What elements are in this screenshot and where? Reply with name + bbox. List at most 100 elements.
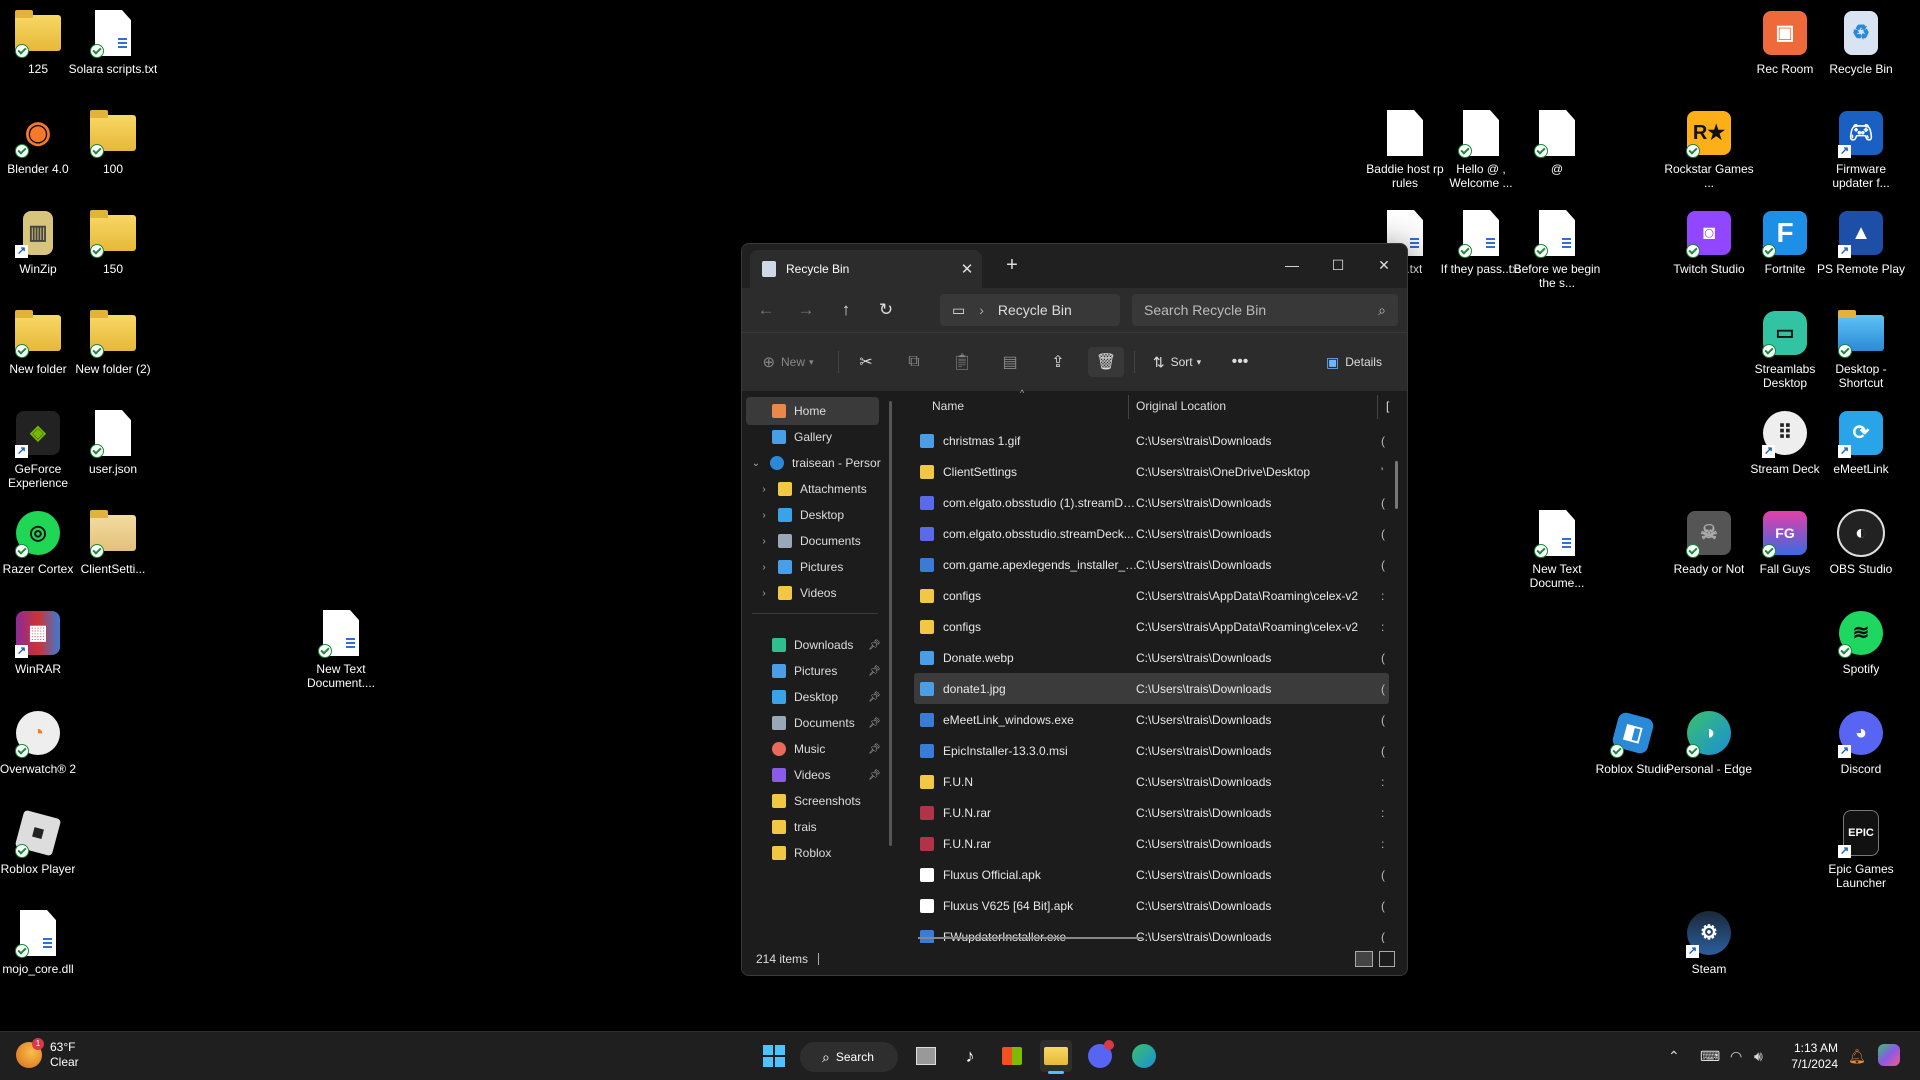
- copilot-icon[interactable]: [1878, 1044, 1900, 1066]
- file-row[interactable]: christmas 1.gif C:\Users\trais\Downloads (: [914, 425, 1389, 456]
- close-button[interactable]: ✕: [1361, 250, 1407, 280]
- file-row[interactable]: F.U.N C:\Users\trais\Downloads:: [914, 766, 1389, 797]
- desktop-icon-clientsettings[interactable]: ClientSetti...: [67, 508, 159, 576]
- file-row[interactable]: configs C:\Users\trais\AppData\Roaming\ce…: [914, 580, 1389, 611]
- new-button[interactable]: ⊕ New ▾: [758, 347, 818, 377]
- new-tab-button[interactable]: +: [1000, 254, 1024, 277]
- nav-attachments[interactable]: › Attachments: [742, 475, 867, 503]
- column-header-date-deleted[interactable]: [: [1386, 399, 1389, 413]
- column-divider[interactable]: [1128, 395, 1129, 419]
- close-tab-icon[interactable]: ✕: [952, 260, 982, 278]
- horizontal-scrollbar[interactable]: [918, 937, 1143, 939]
- column-divider[interactable]: [1377, 395, 1378, 419]
- desktop-icon-ps-remote-play[interactable]: ▲ ↗ PS Remote Play: [1815, 208, 1907, 276]
- desktop-icon-roblox-player[interactable]: ■ Roblox Player: [0, 808, 84, 876]
- file-row[interactable]: F.U.N.rar C:\Users\trais\Downloads:: [914, 828, 1389, 859]
- notification-bell-icon[interactable]: 🔔︎: [1848, 1048, 1866, 1065]
- minimize-button[interactable]: —: [1269, 250, 1315, 280]
- quick-access-music[interactable]: Music 📌︎: [742, 735, 887, 763]
- column-header-name[interactable]: Name: [932, 399, 964, 413]
- quick-access-desktop[interactable]: Desktop 📌︎: [742, 683, 887, 711]
- list-scrollbar[interactable]: [1395, 461, 1398, 509]
- desktop-icon-mojo-core[interactable]: mojo_core.dll: [0, 908, 84, 976]
- quick-access-videos[interactable]: Videos 📌︎: [742, 761, 887, 789]
- nav-videos[interactable]: › Videos: [742, 579, 836, 607]
- quick-access-screenshots[interactable]: Screenshots: [742, 787, 861, 815]
- desktop-icon-overwatch[interactable]: ◔ Overwatch® 2: [0, 708, 84, 776]
- desktop-icon-user-json[interactable]: user.json: [67, 408, 159, 476]
- file-row[interactable]: ClientSettings C:\Users\trais\OneDrive\De…: [914, 456, 1389, 487]
- file-row[interactable]: configs C:\Users\trais\AppData\Roaming\ce…: [914, 611, 1389, 642]
- up-arrow-icon[interactable]: ↑: [826, 300, 866, 320]
- details-button[interactable]: ▣ Details: [1314, 347, 1394, 377]
- desktop-icon-edge[interactable]: ◑ Personal - Edge: [1663, 708, 1755, 776]
- desktop-icon-emeetlink[interactable]: ⟳ ↗ eMeetLink: [1815, 408, 1907, 476]
- task-view-icon[interactable]: [910, 1040, 942, 1072]
- more-options-icon[interactable]: •••: [1222, 347, 1258, 377]
- discord-taskbar-icon[interactable]: [1084, 1040, 1116, 1072]
- quick-access-trais[interactable]: trais: [742, 813, 817, 841]
- sort-button[interactable]: ⇅ Sort ▾: [1144, 347, 1210, 377]
- file-explorer-window[interactable]: Recycle Bin ✕ + — ☐ ✕ ← → ↑ ↻ ▭ › Recycl…: [741, 243, 1408, 976]
- column-header-original-location[interactable]: Original Location: [1136, 399, 1226, 413]
- maximize-button[interactable]: ☐: [1315, 250, 1361, 280]
- file-row[interactable]: com.elgato.obsstudio (1).streamDe... C:\U…: [914, 487, 1389, 518]
- nav-desktop[interactable]: › Desktop: [742, 501, 844, 529]
- breadcrumb[interactable]: ▭ › Recycle Bin: [940, 294, 1120, 326]
- desktop-icon-firmware-updater[interactable]: 🎮︎ ↗ Firmware updater f...: [1815, 108, 1907, 190]
- cut-icon[interactable]: ✂: [848, 347, 884, 377]
- quick-access-pictures[interactable]: Pictures 📌︎: [742, 657, 887, 685]
- tiles-view-icon[interactable]: [1379, 951, 1395, 967]
- search-box[interactable]: ⌕ Search: [800, 1042, 898, 1072]
- file-row[interactable]: eMeetLink_windows.exe C:\Users\trais\Down…: [914, 704, 1389, 735]
- desktop-icon-steam[interactable]: ⚙ ↗ Steam: [1663, 908, 1755, 976]
- desktop-icon-winrar[interactable]: ▦ ↗ WinRAR: [0, 608, 84, 676]
- nav-pictures[interactable]: › Pictures: [742, 553, 843, 581]
- file-row[interactable]: com.game.apexlegends_installer_3... C:\Us…: [914, 549, 1389, 580]
- show-hidden-icons-chevron[interactable]: ⌃: [1668, 1048, 1680, 1065]
- file-row[interactable]: Donate.webp C:\Users\trais\Downloads (: [914, 642, 1389, 673]
- copy-icon[interactable]: ⧉: [896, 347, 932, 377]
- desktop-icon-before-we-begin[interactable]: Before we begin the s...: [1511, 208, 1603, 290]
- desktop-icon-spotify[interactable]: ≋ Spotify: [1815, 608, 1907, 676]
- microsoft-store-icon[interactable]: [996, 1040, 1028, 1072]
- desktop-icon-new-folder-2[interactable]: New folder (2): [67, 308, 159, 376]
- file-row[interactable]: Fluxus V625 [64 Bit].apk C:\Users\trais\D…: [914, 890, 1389, 921]
- forward-arrow-icon[interactable]: →: [786, 300, 826, 320]
- delete-icon[interactable]: 🗑︎: [1088, 347, 1124, 377]
- desktop-icon-rockstar[interactable]: R★ Rockstar Games ...: [1663, 108, 1755, 190]
- details-view-icon[interactable]: [1355, 951, 1373, 967]
- desktop-icon-obs-studio[interactable]: ◐ OBS Studio: [1815, 508, 1907, 576]
- volume-icon[interactable]: 🔊︎: [1754, 1048, 1763, 1065]
- tab-recycle-bin[interactable]: Recycle Bin ✕: [750, 250, 982, 288]
- title-bar[interactable]: Recycle Bin ✕ + — ☐ ✕: [742, 244, 1407, 288]
- clock[interactable]: 1:13 AM 7/1/2024: [1786, 1040, 1838, 1072]
- quick-access-roblox[interactable]: Roblox: [742, 839, 831, 867]
- refresh-icon[interactable]: ↻: [866, 300, 906, 320]
- wifi-icon[interactable]: ◠: [1730, 1048, 1742, 1065]
- file-row[interactable]: Fluxus Official.apk C:\Users\trais\Downlo…: [914, 859, 1389, 890]
- keyboard-icon[interactable]: ⌨: [1700, 1048, 1720, 1065]
- desktop-icon-solara-scripts[interactable]: Solara scripts.txt: [67, 8, 159, 76]
- start-button[interactable]: [758, 1040, 790, 1072]
- file-row[interactable]: EpicInstaller-13.3.0.msi C:\Users\trais\D…: [914, 735, 1389, 766]
- desktop-icon-desktop-shortcut[interactable]: Desktop - Shortcut: [1815, 308, 1907, 390]
- nav-scrollbar[interactable]: [889, 401, 892, 846]
- file-row[interactable]: donate1.jpg C:\Users\trais\Downloads (: [914, 673, 1389, 704]
- quick-access-documents[interactable]: Documents 📌︎: [742, 709, 887, 737]
- back-arrow-icon[interactable]: ←: [746, 300, 786, 320]
- file-explorer-taskbar-icon[interactable]: [1040, 1040, 1072, 1074]
- weather-widget[interactable]: 1 63°F Clear: [16, 1038, 79, 1070]
- nav-home[interactable]: Home: [746, 397, 879, 425]
- nav-onedrive[interactable]: ⌄ traisean - Persor: [742, 449, 881, 477]
- desktop-icon-150[interactable]: 150: [67, 208, 159, 276]
- paste-icon[interactable]: 📋︎: [944, 347, 980, 377]
- rename-icon[interactable]: ▤: [992, 347, 1028, 377]
- desktop-icon-new-text-document[interactable]: New Text Document....: [295, 608, 387, 690]
- nav-documents[interactable]: › Documents: [742, 527, 861, 555]
- desktop-icon-100[interactable]: 100: [67, 108, 159, 176]
- desktop-icon-discord[interactable]: ◕ ↗ Discord: [1815, 708, 1907, 776]
- desktop-icon-epic-games[interactable]: EPIC ↗ Epic Games Launcher: [1815, 808, 1907, 890]
- search-input[interactable]: Search Recycle Bin ⌕: [1132, 294, 1398, 326]
- desktop-icon-recycle-bin[interactable]: ♻ Recycle Bin: [1815, 8, 1907, 76]
